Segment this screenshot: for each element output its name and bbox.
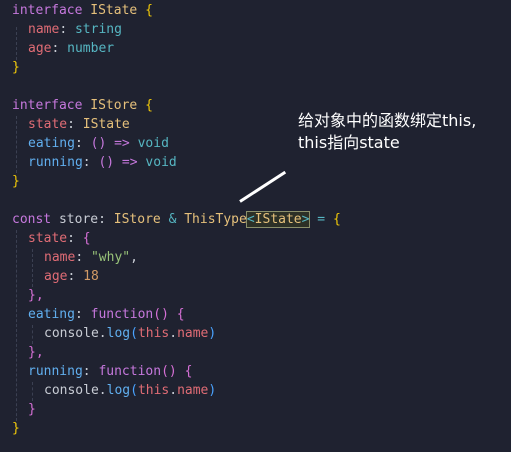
code-line: state: IState [28,117,130,132]
code-line: running: () => void [28,155,177,170]
code-line: }, [28,288,44,303]
code-line: const store: IStore & ThisType<IState> =… [12,211,341,228]
code-line: console.log(this.name) [44,383,217,398]
indent-guide [32,382,33,401]
annotation-line-2: this指向state [298,133,400,152]
indent-guide [32,249,33,287]
code-line: } [12,421,20,436]
indent-guide [16,230,17,426]
code-line: eating: function() { [28,307,185,322]
code-line: running: function() { [28,364,193,379]
code-editor[interactable]: interface IState { name: string age: num… [0,0,511,452]
code-line: } [28,402,36,417]
code-line: }, [28,345,44,360]
code-line: console.log(this.name) [44,326,217,341]
code-line: name: "why", [44,250,138,265]
indent-guide [16,116,17,173]
annotation-text: 给对象中的函数绑定this, this指向state [298,110,476,154]
code-line: age: number [28,41,115,56]
code-line: } [12,174,20,189]
annotation-line-1: 给对象中的函数绑定this, [298,111,477,130]
code-line: age: 18 [44,269,99,284]
code-line: state: { [28,231,91,246]
code-line: interface IState { [12,3,153,18]
code-line: name: string [28,22,122,37]
code-line: } [12,60,20,75]
code-line: interface IStore { [12,98,153,113]
code-line: eating: () => void [28,136,169,151]
indent-guide [32,325,33,344]
